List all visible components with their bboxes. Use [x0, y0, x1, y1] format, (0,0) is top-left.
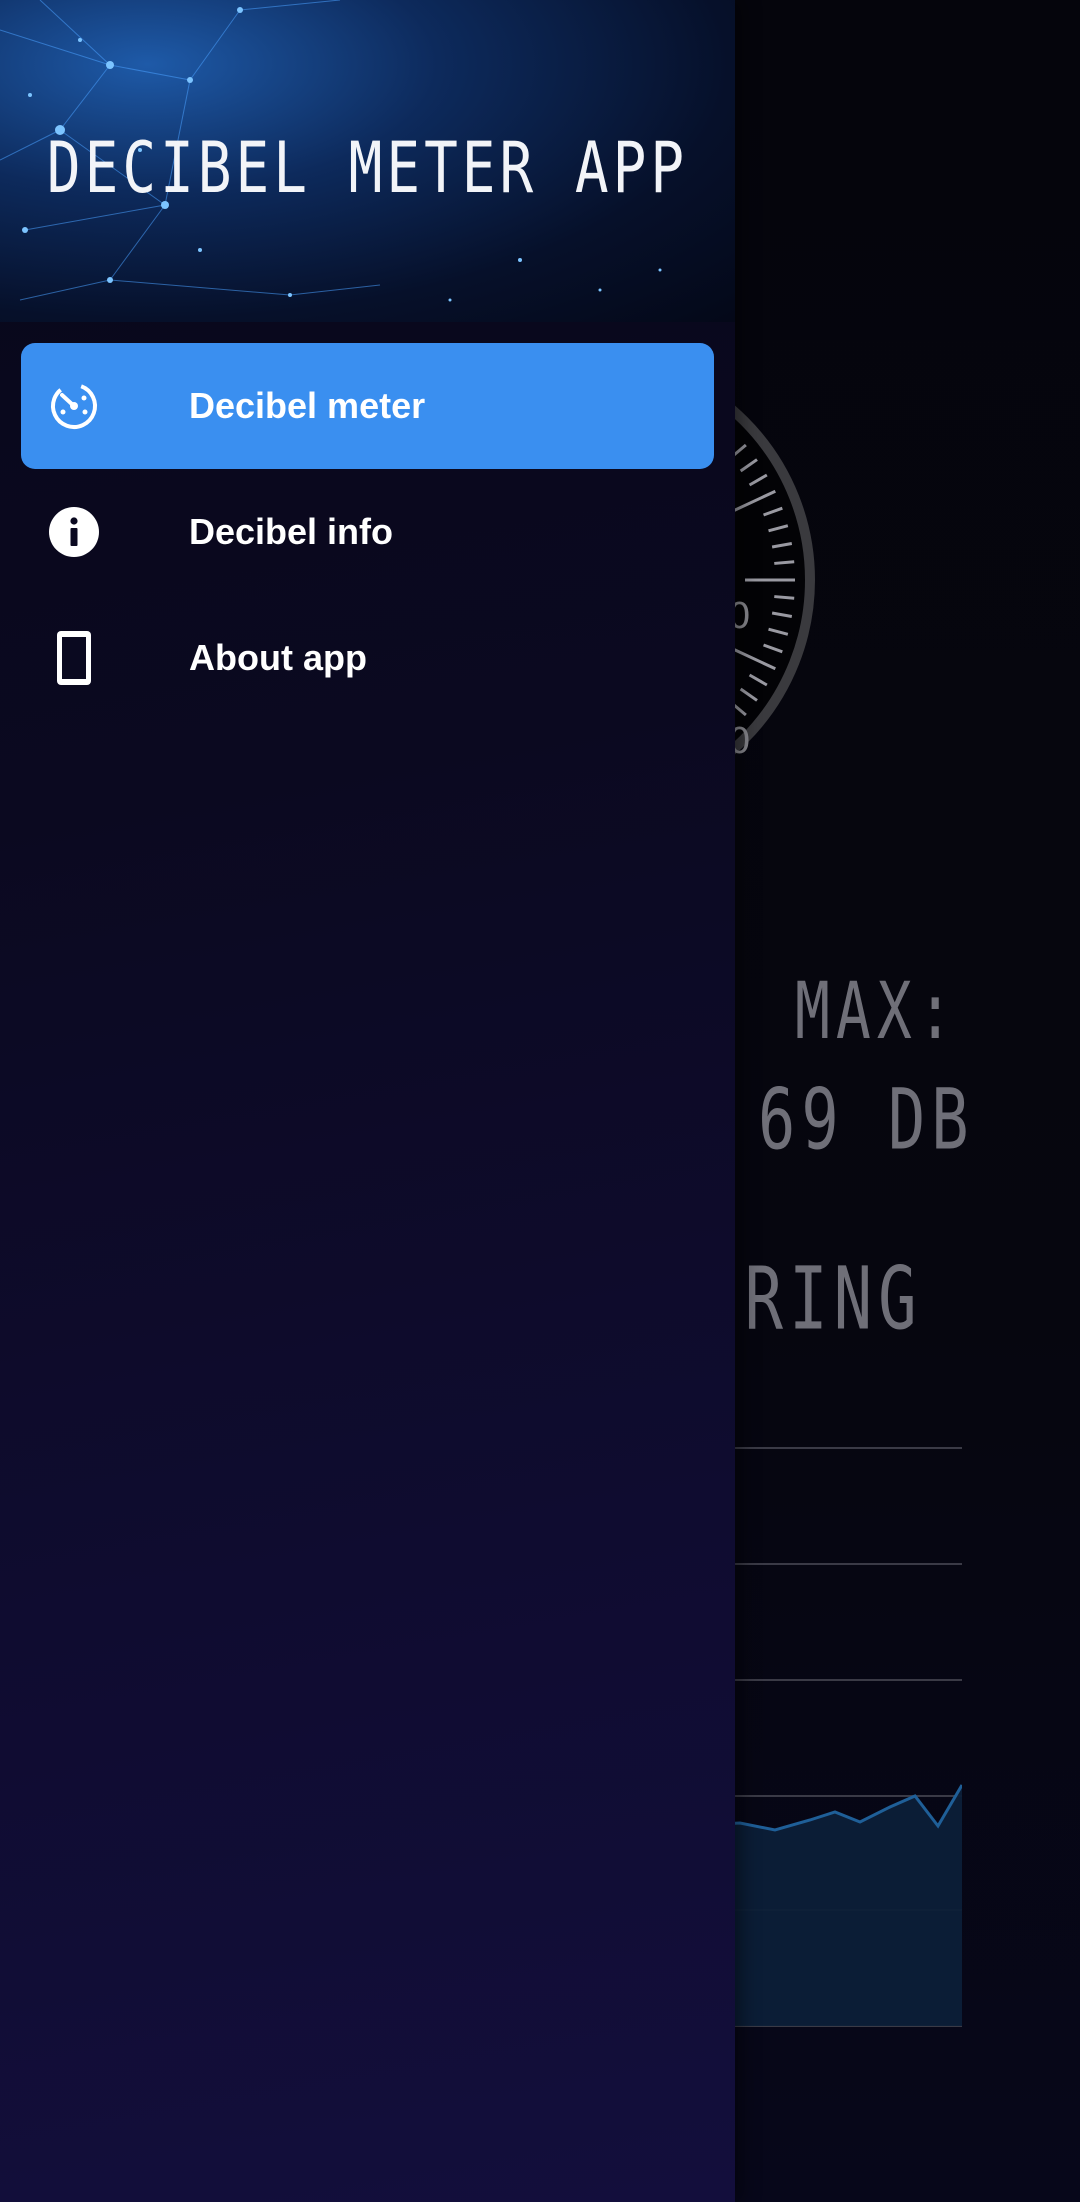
menu-item-decibel-info[interactable]: Decibel info [21, 469, 714, 595]
drawer-menu: Decibel meter Decibel info About app [21, 343, 714, 721]
menu-item-about-app[interactable]: About app [21, 595, 714, 721]
max-value: 69 DB [758, 1070, 975, 1169]
menu-item-label: Decibel meter [189, 385, 426, 426]
decibel-history-graph [700, 1447, 962, 2027]
app-title: DECIBEL METER APP [46, 128, 689, 210]
gauge-tick [774, 595, 795, 600]
info-icon [48, 506, 100, 558]
menu-item-label: Decibel info [189, 511, 394, 552]
max-label: MAX: [795, 965, 959, 1057]
menu-item-decibel-meter[interactable]: Decibel meter [21, 343, 714, 469]
menu-item-label: About app [189, 637, 367, 678]
drawer-header: DECIBEL METER APP [0, 0, 735, 322]
navigation-drawer: DECIBEL METER APP Decibel meter Decibel … [0, 0, 735, 2202]
gauge-tick [774, 560, 795, 565]
gauge-icon [48, 380, 100, 432]
phone-icon [48, 631, 100, 685]
